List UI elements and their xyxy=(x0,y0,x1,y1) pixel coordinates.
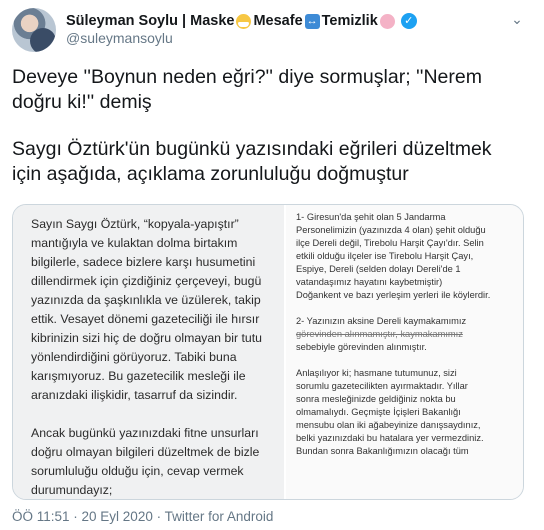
image-line: etkili olduğu ilçeler ise Tirebolu Harşi… xyxy=(296,251,474,261)
image-line: 2- Yazınızın aksine Dereli kaymakamımız xyxy=(296,316,467,326)
image-line: sebebiyle görevinden alınmıştır. xyxy=(296,342,427,352)
image-line: olmamalıydı. Geçmişte İçişleri Bakanlığı xyxy=(296,407,461,417)
author-name-part3[interactable]: Temizlik xyxy=(322,13,378,29)
right-paragraph-2: 2- Yazınızın aksine Dereli kaymakamımız … xyxy=(296,315,522,354)
image-line: Bundan sonra Bakanlığımızın olacağı tüm xyxy=(296,446,469,456)
tweet-header: Süleyman Soylu | Maske Mesafe ↔ Temizlik… xyxy=(12,8,532,52)
left-image-text: Sayın Saygı Öztürk, “kopyala-yapıştır” m… xyxy=(31,215,284,499)
image-line: görevinden alınmamıştır, kaymakamımız xyxy=(296,329,463,339)
avatar[interactable] xyxy=(12,8,56,52)
verified-badge-icon: ✓ xyxy=(400,13,417,29)
author-name-part2[interactable]: Mesafe xyxy=(253,13,302,29)
image-line: Sayın Saygı Öztürk, “kopyala-yapıştır” xyxy=(31,217,239,231)
image-line: sorumlu gazetecilikten ayırmaktadır. Yıl… xyxy=(296,381,468,391)
tweet-line: doğru ki!'' demiş xyxy=(12,91,152,113)
media-image-right[interactable]: 1- Giresun'da şehit olan 5 Jandarma Pers… xyxy=(286,205,523,499)
author-handle[interactable]: @suleymansoylu xyxy=(66,30,173,46)
tweet-timestamp[interactable]: ÖÖ 11:51 · 20 Eyl 2020 · Twitter for And… xyxy=(12,509,273,524)
right-image-text: 1- Giresun'da şehit olan 5 Jandarma Pers… xyxy=(296,211,522,471)
tweet-line: Saygı Öztürk'ün bugünkü yazısındaki eğri… xyxy=(12,138,492,160)
image-line: 1- Giresun'da şehit olan 5 Jandarma xyxy=(296,212,446,222)
image-line: belki yazınızdaki bu hatalara yer vermez… xyxy=(296,433,484,443)
tweet-text: Deveye ''Boynun neden eğri?'' diye sormu… xyxy=(12,65,532,209)
author-name-row[interactable]: Süleyman Soylu | Maske Mesafe ↔ Temizlik… xyxy=(66,11,417,31)
image-line: mensubu olan iki ağabeyinize danışsaydın… xyxy=(296,420,481,430)
tweet-paragraph-2: Saygı Öztürk'ün bugünkü yazısındaki eğri… xyxy=(12,137,532,187)
image-line: aranızdaki ilişkidir, tasarruf da sizind… xyxy=(31,388,238,402)
image-line: durumundayız; xyxy=(31,483,113,497)
right-paragraph-1: 1- Giresun'da şehit olan 5 Jandarma Pers… xyxy=(296,211,522,302)
left-right-arrow-emoji-icon: ↔ xyxy=(304,13,320,29)
tweet-line: için aşağıda, açıklama zorunluluğu doğmu… xyxy=(12,163,409,185)
image-line: yazınızda da şaşkınlıkla ve üzülerek, ta… xyxy=(31,293,261,307)
image-line: vatandaşımız hayatını kaybetmiştir) xyxy=(296,277,443,287)
mask-emoji-icon xyxy=(236,13,252,29)
left-paragraph-2: Ancak bugünkü yazınızdaki fitne unsurlar… xyxy=(31,424,284,499)
image-line: yönlendirdiğini görüyoruz. Tabiki buna xyxy=(31,350,237,364)
author-name[interactable]: Süleyman Soylu | Maske xyxy=(66,13,234,29)
image-line: sonra mesleğinizde geldiğiniz nokta bu xyxy=(296,394,456,404)
left-paragraph-1: Sayın Saygı Öztürk, “kopyala-yapıştır” m… xyxy=(31,215,284,405)
image-line: Ancak bugünkü yazınızdaki fitne unsurlar… xyxy=(31,426,259,440)
image-line: Espiye, Dereli (selden dolayı Dereli'de … xyxy=(296,264,461,274)
image-line: karışmıyoruz. Bu gazetecilik mesleği ile xyxy=(31,369,246,383)
image-line: Doğankent ve bazı yerleşim yerleri ile k… xyxy=(296,290,491,300)
image-line: bilgilerle, sadece bizlere karşı husumet… xyxy=(31,255,256,269)
tweet-line: Deveye ''Boynun neden eğri?'' diye sormu… xyxy=(12,66,482,88)
image-line: dillendirmek için çizdiğiniz çerçeveyi, … xyxy=(31,274,262,288)
media-image-left[interactable]: Sayın Saygı Öztürk, “kopyala-yapıştır” m… xyxy=(13,205,284,499)
chevron-down-icon[interactable]: ⌄ xyxy=(508,10,526,28)
image-line: Personelimizin (yazınızda 4 olan) şehit … xyxy=(296,225,486,235)
soap-emoji-icon xyxy=(379,13,395,29)
image-line: ettik. Vesayet dönemi gazeteciliği ile h… xyxy=(31,312,260,326)
image-line: sorumluluğu olduğu için, cevap vermek xyxy=(31,464,244,478)
image-line: ilçe Dereli değil, Tirebolu Harşit Çayı'… xyxy=(296,238,484,248)
image-line: kibrinizin sizi hiç de doğru olmayan bir… xyxy=(31,331,263,345)
image-line: doğru olmayan bilgileri düzeltmek de biz… xyxy=(31,445,260,459)
image-line: mantığıyla ve kulaktan dolma birtakım xyxy=(31,236,238,250)
tweet-media[interactable]: Sayın Saygı Öztürk, “kopyala-yapıştır” m… xyxy=(12,204,524,500)
image-line: Anlaşılıyor ki; hasmane tutumunuz, sizi xyxy=(296,368,457,378)
tweet-paragraph-1: Deveye ''Boynun neden eğri?'' diye sormu… xyxy=(12,65,532,115)
right-paragraph-3: Anlaşılıyor ki; hasmane tutumunuz, sizi … xyxy=(296,367,522,458)
